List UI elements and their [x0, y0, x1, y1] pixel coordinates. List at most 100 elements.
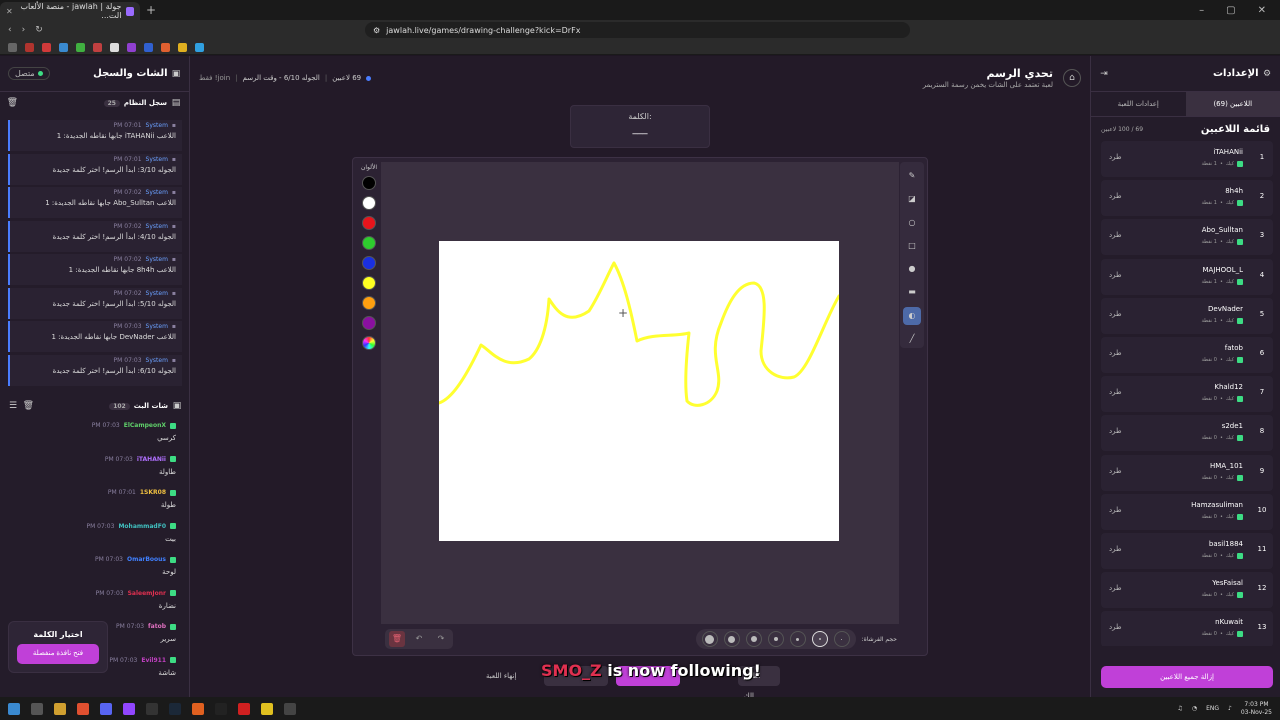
discord-icon[interactable]: [100, 702, 112, 715]
brush-size-option[interactable]: [701, 631, 718, 647]
eraser-icon[interactable]: ◪: [903, 190, 921, 208]
chat-username[interactable]: fatob: [148, 623, 166, 630]
clear-canvas-icon[interactable]: 🗑: [389, 631, 405, 647]
chat-username[interactable]: OmarBoous: [127, 556, 166, 563]
explorer-icon[interactable]: [54, 702, 66, 715]
app-icon[interactable]: [192, 702, 204, 715]
brush-size-option[interactable]: [767, 631, 784, 647]
kick-button[interactable]: طرد: [1109, 467, 1122, 475]
kick-button[interactable]: طرد: [1109, 192, 1122, 200]
app-icon[interactable]: [261, 702, 273, 715]
bookmark-icon[interactable]: [59, 42, 68, 52]
site-info-icon[interactable]: ⚙: [373, 26, 380, 35]
bookmark-icon[interactable]: [127, 42, 136, 52]
chat-username[interactable]: SaleemJonr: [128, 590, 166, 597]
drawing-canvas[interactable]: [437, 241, 841, 541]
brush-size-option[interactable]: [833, 631, 850, 647]
kick-button[interactable]: طرد: [1109, 584, 1122, 592]
brush-size-option[interactable]: [723, 631, 740, 647]
back-icon[interactable]: ‹: [8, 25, 12, 35]
color-swatch[interactable]: [362, 176, 376, 190]
bookmark-icon[interactable]: [110, 42, 119, 52]
kick-button[interactable]: طرد: [1109, 153, 1122, 161]
bookmark-icon[interactable]: [93, 42, 102, 52]
browser-tab[interactable]: جولة | jawlah - منصة الألعاب الت... ✕: [0, 2, 140, 20]
chat-username[interactable]: MohammadF0: [118, 523, 166, 530]
brave-icon[interactable]: [77, 702, 89, 715]
brush-size-option[interactable]: [789, 631, 806, 647]
reload-icon[interactable]: ↻: [35, 25, 43, 35]
chat-username[interactable]: Evil911: [141, 657, 166, 664]
bookmark-icon[interactable]: [42, 42, 51, 52]
color-swatch[interactable]: [362, 296, 376, 310]
undo-icon[interactable]: ↶: [411, 631, 427, 647]
kick-button[interactable]: طرد: [1109, 427, 1122, 435]
color-swatch[interactable]: [362, 316, 376, 330]
home-icon[interactable]: ⌂: [1063, 69, 1081, 87]
kick-button[interactable]: طرد: [1109, 545, 1122, 553]
brush-size-option-selected[interactable]: [811, 631, 828, 647]
bookmark-icon[interactable]: [8, 42, 17, 52]
chat-username[interactable]: ElCampeonX: [124, 422, 166, 429]
bookmark-icon[interactable]: [178, 42, 187, 52]
twitch-icon[interactable]: [123, 702, 135, 715]
chat-username[interactable]: iTAHANii: [137, 456, 166, 463]
maximize-icon[interactable]: ▢: [1226, 5, 1235, 16]
circle-outline-icon[interactable]: ○: [903, 214, 921, 232]
bookmark-icon[interactable]: [76, 42, 85, 52]
kick-button[interactable]: طرد: [1109, 349, 1122, 357]
lang-indicator[interactable]: ENG: [1206, 705, 1219, 712]
collapse-panel-icon[interactable]: ⇥: [1099, 69, 1109, 79]
app-icon[interactable]: [284, 702, 296, 715]
color-swatch[interactable]: [362, 236, 376, 250]
end-game-button[interactable]: إنهاء اللعبة: [480, 666, 522, 686]
wifi-icon[interactable]: ◔: [1192, 705, 1197, 712]
color-swatch[interactable]: [362, 196, 376, 210]
color-swatch[interactable]: [362, 216, 376, 230]
kick-button[interactable]: طرد: [1109, 506, 1122, 514]
kick-button[interactable]: طرد: [1109, 310, 1122, 318]
kick-button[interactable]: طرد: [1109, 623, 1122, 631]
color-swatch[interactable]: [362, 276, 376, 290]
trash-icon[interactable]: 🗑: [23, 401, 34, 411]
pencil-icon[interactable]: ✎: [903, 167, 921, 185]
redo-icon[interactable]: ↷: [433, 631, 449, 647]
new-tab-icon[interactable]: +: [146, 3, 156, 17]
kick-button[interactable]: طرد: [1109, 231, 1122, 239]
rectangle-filled-icon[interactable]: ▬: [903, 283, 921, 301]
close-window-icon[interactable]: ✕: [1258, 5, 1266, 16]
address-bar[interactable]: ⚙ jawlah.live/games/drawing-challenge?ki…: [365, 22, 910, 38]
rectangle-outline-icon[interactable]: □: [903, 237, 921, 255]
app-icon[interactable]: [238, 702, 250, 715]
circle-filled-icon[interactable]: ●: [903, 260, 921, 278]
minimize-icon[interactable]: –: [1199, 5, 1204, 16]
remove-all-players-button[interactable]: إزالة جميع اللاعبين: [1101, 666, 1273, 688]
filter-icon[interactable]: ☰: [8, 401, 18, 411]
brush-size-option[interactable]: [745, 631, 762, 647]
headset-icon[interactable]: ♫: [1177, 705, 1182, 712]
bookmark-icon[interactable]: [161, 42, 170, 52]
search-icon[interactable]: [31, 702, 43, 715]
line-icon[interactable]: ╱: [903, 330, 921, 348]
chat-username[interactable]: 1SKR08: [140, 489, 166, 496]
bookmark-icon[interactable]: [25, 42, 34, 52]
start-icon[interactable]: [8, 702, 20, 715]
close-tab-icon[interactable]: ✕: [6, 7, 13, 16]
tab-players[interactable]: اللاعبين (69): [1185, 92, 1280, 116]
bookmark-icon[interactable]: [195, 42, 204, 52]
obs-icon[interactable]: [146, 702, 158, 715]
color-swatch[interactable]: [362, 256, 376, 270]
kick-button[interactable]: طرد: [1109, 388, 1122, 396]
volume-icon[interactable]: ♪: [1228, 705, 1232, 712]
open-popup-button[interactable]: فتح نافذة منفصلة: [17, 644, 99, 664]
forward-icon[interactable]: ›: [22, 25, 26, 35]
kick-button[interactable]: طرد: [1109, 271, 1122, 279]
clock[interactable]: 7:03 PM 03-Nov-25: [1241, 701, 1272, 717]
fill-bucket-icon[interactable]: ◐: [903, 306, 921, 325]
app-icon[interactable]: [215, 702, 227, 715]
trash-icon[interactable]: 🗑: [7, 98, 18, 108]
custom-color-picker[interactable]: [362, 336, 376, 350]
steam-icon[interactable]: [169, 702, 181, 715]
bookmark-icon[interactable]: [144, 42, 153, 52]
tab-game-settings[interactable]: إعدادات اللعبة: [1091, 92, 1186, 116]
